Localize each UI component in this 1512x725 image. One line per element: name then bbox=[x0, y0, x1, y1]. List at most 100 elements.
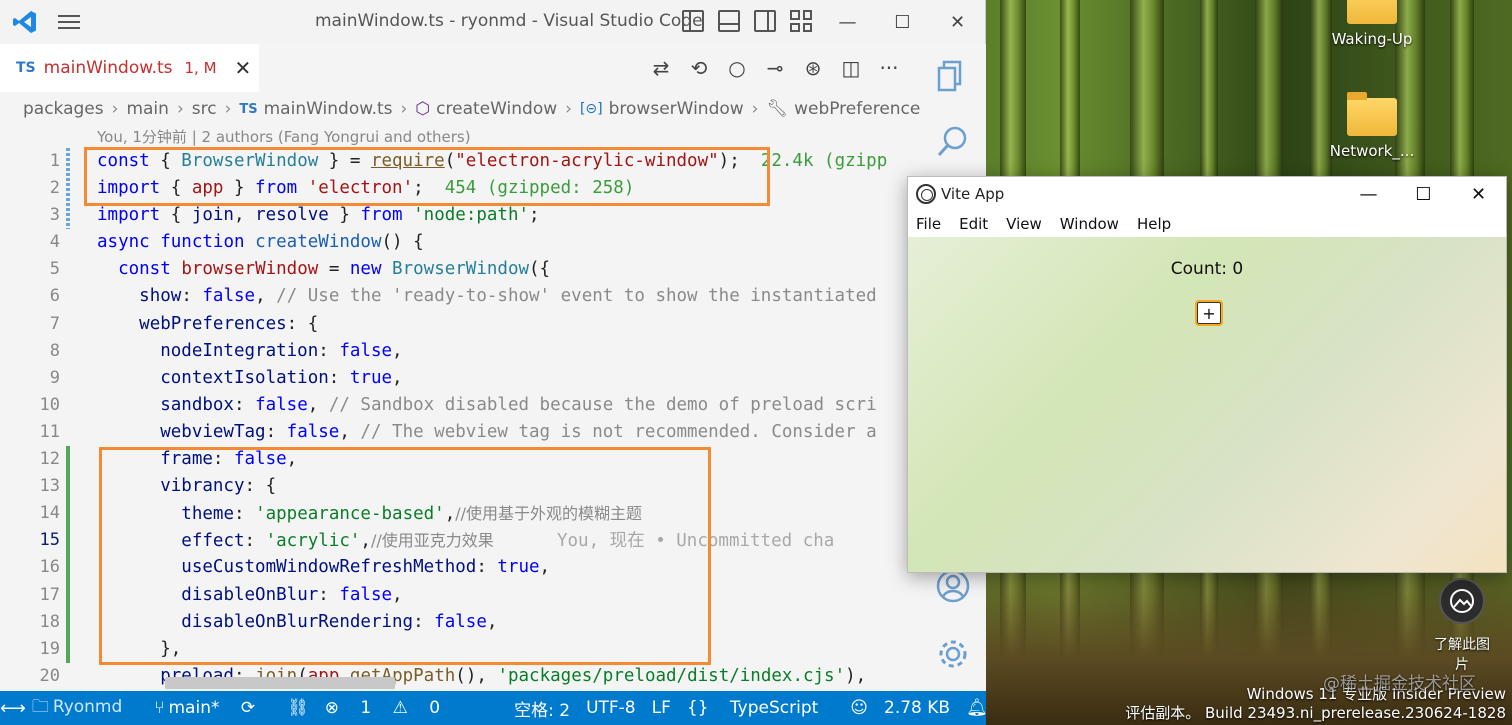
toggle-secondary-sidebar-icon[interactable] bbox=[754, 10, 776, 32]
go-back-icon[interactable]: ⟲ bbox=[688, 56, 710, 80]
cube-icon: ⬡ bbox=[415, 99, 431, 119]
search-icon[interactable] bbox=[935, 124, 971, 160]
code-line: const browserWindow = new BrowserWindow(… bbox=[118, 259, 551, 280]
line-number: 3 bbox=[49, 205, 60, 226]
code-line: webviewTag: false, // The webview tag is… bbox=[160, 421, 877, 442]
camera-location-icon bbox=[1439, 578, 1485, 624]
language-mode[interactable]: {} TypeScript bbox=[687, 698, 834, 718]
menu-window[interactable]: Window bbox=[1060, 215, 1119, 233]
menu-file[interactable]: File bbox=[916, 215, 941, 233]
settings-gear-icon[interactable] bbox=[935, 636, 971, 672]
breadcrumb-packages[interactable]: packages bbox=[23, 99, 104, 119]
toggle-primary-sidebar-icon[interactable] bbox=[682, 10, 704, 32]
vite-content-acrylic: Count: 0 + bbox=[908, 237, 1506, 572]
desktop-icon-network[interactable]: Network_... bbox=[1327, 92, 1417, 160]
code-editor[interactable]: You, 1分钟前 | 2 authors (Fang Yongrui and … bbox=[0, 126, 920, 691]
line-number-gutter: 1 2 3 4 5 6 7 8 9 10 11 12 13 14 15 16 1… bbox=[0, 148, 64, 690]
vite-minimize-button[interactable]: — bbox=[1341, 177, 1396, 211]
previous-change-icon[interactable]: ○ bbox=[726, 56, 748, 80]
line-number: 16 bbox=[39, 557, 60, 578]
line-number-active: 15 bbox=[39, 530, 60, 551]
code-line: async function createWindow() { bbox=[97, 232, 424, 253]
git-branch[interactable]: ⑂ main* ⟳ bbox=[154, 698, 271, 718]
code-line: import { join, resolve } from 'node:path… bbox=[97, 205, 540, 226]
more-actions-icon[interactable]: ··· bbox=[878, 56, 900, 80]
status-bar: ⟷ 🗀︎ Ryonmd ⑂ main* ⟳ ⛓︎ ⊗ 1 ⚠︎ 0 空格: 2 UT… bbox=[0, 691, 988, 725]
breadcrumb-main[interactable]: main bbox=[126, 99, 168, 119]
menu-view[interactable]: View bbox=[1006, 215, 1042, 233]
copilot-icon[interactable]: ☺︎ bbox=[850, 698, 868, 718]
chevron-right-icon: › bbox=[400, 99, 408, 119]
tab-problem-status: 1, M bbox=[184, 59, 217, 77]
maximize-button[interactable]: ☐ bbox=[875, 0, 930, 44]
scm-modified-marker bbox=[66, 148, 70, 229]
menu-edit[interactable]: Edit bbox=[959, 215, 988, 233]
notifications-bell-icon[interactable]: 🔔︎ bbox=[966, 698, 988, 718]
open-changes-icon[interactable]: ⇄ bbox=[650, 56, 672, 80]
horizontal-scrollbar[interactable] bbox=[165, 677, 395, 689]
accounts-icon[interactable] bbox=[935, 568, 971, 604]
code-line: webPreferences: { bbox=[139, 313, 319, 334]
breadcrumb-variable[interactable]: browserWindow bbox=[609, 99, 744, 119]
chevron-right-icon: › bbox=[111, 99, 119, 119]
tab-bar: TS mainWindow.ts 1, M ✕ ⇄ ⟲ ○ ⊸ ⊛ ◫ ··· bbox=[0, 44, 985, 92]
line-number: 13 bbox=[39, 476, 60, 497]
line-number: 10 bbox=[39, 394, 60, 415]
counter-label: Count: 0 bbox=[1170, 259, 1244, 279]
line-number: 1 bbox=[49, 151, 60, 171]
highlight-box-vibrancy bbox=[99, 447, 711, 665]
git-graph-status-icon[interactable]: ⛓︎ bbox=[287, 698, 309, 718]
menu-icon[interactable] bbox=[50, 15, 90, 29]
minimize-button[interactable]: — bbox=[820, 0, 875, 44]
vscode-logo-icon bbox=[0, 9, 50, 35]
highlight-box-imports bbox=[84, 147, 770, 206]
end-of-line[interactable]: LF bbox=[652, 698, 671, 718]
vite-app-window: Vite App — ☐ ✕ File Edit View Window Hel… bbox=[907, 176, 1507, 573]
git-blame-annotation: You, 1分钟前 | 2 authors (Fang Yongrui and … bbox=[97, 128, 471, 146]
warning-icon: ⚠︎ bbox=[392, 698, 408, 718]
line-number: 9 bbox=[49, 367, 60, 388]
problems-indicator[interactable]: ⊗ 1 ⚠︎ 0 bbox=[325, 698, 456, 718]
line-number: 11 bbox=[39, 421, 60, 442]
close-button[interactable]: ✕ bbox=[930, 0, 985, 44]
learn-about-picture[interactable]: 了解此图片 bbox=[1432, 578, 1492, 674]
juejin-watermark: @稀土掘金技术社区 bbox=[1323, 674, 1476, 694]
project-folder[interactable]: 🗀︎ Ryonmd bbox=[32, 694, 138, 723]
remote-indicator-icon[interactable]: ⟷ bbox=[0, 698, 26, 719]
line-number: 5 bbox=[49, 259, 60, 280]
toggle-panel-icon[interactable] bbox=[718, 10, 740, 32]
chevron-right-icon: › bbox=[176, 99, 184, 119]
explorer-icon[interactable] bbox=[935, 58, 971, 94]
wrench-icon: 🔧︎ bbox=[766, 99, 789, 119]
customize-layout-icon[interactable] bbox=[790, 10, 812, 32]
desktop-icon-waking-up[interactable]: Waking-Up bbox=[1327, 0, 1417, 48]
vite-maximize-button[interactable]: ☐ bbox=[1396, 177, 1451, 211]
line-number: 18 bbox=[39, 611, 60, 632]
code-line: sandbox: false, // Sandbox disabled beca… bbox=[160, 394, 877, 415]
breadcrumb-function[interactable]: createWindow bbox=[436, 99, 557, 119]
next-change-icon[interactable]: ⊸ bbox=[764, 56, 786, 80]
scm-added-marker bbox=[66, 446, 70, 663]
sync-icon[interactable]: ⟳ bbox=[241, 698, 255, 718]
menu-help[interactable]: Help bbox=[1137, 215, 1171, 233]
file-size: 2.78 KB bbox=[884, 698, 951, 718]
code-line: show: false, // Use the 'ready-to-show' … bbox=[139, 286, 877, 307]
breadcrumb-property[interactable]: webPreferences bbox=[794, 99, 920, 119]
line-number: 7 bbox=[49, 313, 60, 334]
split-editor-icon[interactable]: ◫ bbox=[840, 56, 862, 80]
electron-logo-icon bbox=[916, 184, 936, 204]
encoding[interactable]: UTF-8 bbox=[586, 698, 636, 718]
line-number: 20 bbox=[39, 665, 60, 686]
breadcrumb-src[interactable]: src bbox=[192, 99, 217, 119]
increment-button[interactable]: + bbox=[1195, 300, 1223, 326]
line-number: 17 bbox=[39, 584, 60, 605]
close-tab-icon[interactable]: ✕ bbox=[235, 56, 252, 80]
git-graph-icon[interactable]: ⊛ bbox=[802, 56, 824, 80]
typescript-file-icon: TS bbox=[16, 60, 36, 76]
breadcrumb-file[interactable]: mainWindow.ts bbox=[264, 99, 393, 119]
vite-close-button[interactable]: ✕ bbox=[1451, 177, 1506, 211]
code-line: contextIsolation: true, bbox=[160, 367, 403, 388]
tab-mainwindow-ts[interactable]: TS mainWindow.ts 1, M ✕ bbox=[0, 44, 260, 92]
indentation[interactable]: 空格: 2 bbox=[514, 696, 570, 721]
folder-icon: 🗀︎ bbox=[31, 696, 49, 717]
